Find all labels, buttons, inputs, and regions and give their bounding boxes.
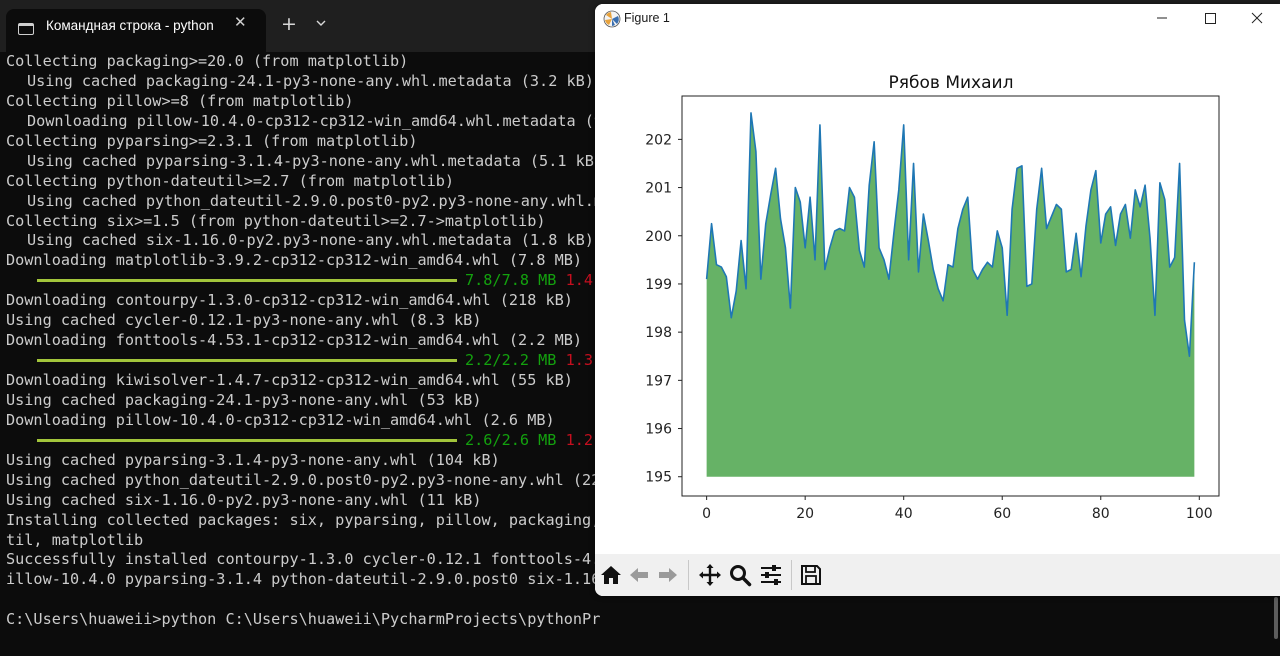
y-tick-label: 197 [645,373,672,389]
terminal-line: Downloading contourpy-1.3.0-cp312-cp312-… [6,291,573,310]
terminal-line: Using cached pyparsing-3.1.4-py3-none-an… [6,450,500,469]
y-tick-label: 201 [645,181,672,197]
terminal-line: Downloading kiwisolver-1.4.7-cp312-cp312… [6,371,573,389]
chart[interactable]: Рябов Михаил 0 20 40 60 80 100 195 196 197 198 199… [595,4,1280,554]
download-progress-row: 7.8/7.8 MB 1.4 MB/s [6,271,600,291]
terminal-line: Collecting pyparsing>=2.3.1 (from matplo… [6,131,418,150]
terminal-icon [18,23,34,35]
terminal-line: Collecting pillow>=8 (from matplotlib) [6,91,354,110]
terminal-line: Using cached six-1.16.0-py2.py3-none-any… [27,231,594,250]
y-tick-label: 200 [645,229,672,245]
progress-bar [37,438,457,442]
download-speed: 1.3 MB/s [565,351,594,370]
x-tick-label: 100 [1186,506,1213,522]
terminal-line: Downloading pillow-10.4.0-cp312-cp312-wi… [6,410,555,429]
terminal-line: Using cached python_dateutil-2.9.0.post0… [27,191,600,210]
x-tick-label: 0 [702,506,711,522]
progress-text: 2.2/2.2 MB [465,351,557,370]
terminal-line: Using cached six-1.16.0-py2.py3-none-any… [6,490,482,509]
toolbar-separator [688,560,689,590]
x-tick-label: 60 [993,506,1011,522]
terminal-line: Installing collected packages: six, pypa… [6,510,600,529]
y-tick-label: 196 [645,422,672,438]
figure-window: Figure 1 Рябов Михаил 0 20 40 60 80 100 195 196… [595,4,1280,596]
forward-arrow-icon[interactable] [656,563,680,587]
area-fill [706,112,1195,477]
progress-bar [37,279,457,283]
toolbar-separator [791,560,792,590]
progress-bar [37,359,457,363]
progress-text: 7.8/7.8 MB [465,271,557,290]
terminal-line: til, matplotlib [6,530,144,549]
save-icon[interactable] [799,563,823,587]
y-tick-label: 199 [645,277,672,293]
chart-title: Рябов Михаил [889,73,1014,93]
terminal-scrollbar[interactable] [1274,597,1278,639]
terminal-line: Collecting packaging>=20.0 (from matplot… [6,52,409,70]
zoom-icon[interactable] [728,563,752,587]
terminal-line: Successfully installed contourpy-1.3.0 c… [6,550,600,569]
home-icon[interactable] [599,563,623,587]
terminal-line: Using cached packaging-24.1-py3-none-any… [27,71,594,90]
back-arrow-icon[interactable] [627,563,651,587]
terminal-line: Collecting six>=1.5 (from python-dateuti… [6,211,546,230]
terminal-output[interactable]: Collecting packaging>=20.0 (from matplot… [0,52,600,656]
x-tick-label: 80 [1092,506,1110,522]
terminal-line: Downloading pillow-10.4.0-cp312-cp312-wi… [27,111,600,130]
x-tick-label: 40 [895,506,913,522]
new-tab-button[interactable]: + [281,14,297,34]
download-speed: 1.4 MB/s [565,271,594,290]
download-progress-row: 2.2/2.2 MB 1.3 MB/s [6,351,600,371]
terminal-line: Downloading matplotlib-3.9.2-cp312-cp312… [6,251,583,270]
terminal-line: Using cached python_dateutil-2.9.0.post0… [6,470,600,489]
progress-text: 2.6/2.6 MB [465,430,557,449]
chevron-down-icon[interactable] [314,15,328,31]
x-tick-label: 20 [796,506,814,522]
pan-icon[interactable] [698,563,722,587]
terminal-tab-title: Командная строка - python [46,18,214,33]
configure-subplots-icon[interactable] [759,563,783,587]
y-tick-label: 198 [645,325,672,341]
command-prompt[interactable]: C:\Users\huaweii>python C:\Users\huaweii… [6,610,600,628]
terminal-line: Using cached pyparsing-3.1.4-py3-none-an… [27,151,600,170]
terminal-line: Using cached packaging-24.1-py3-none-any… [6,390,482,409]
terminal-lines: Collecting packaging>=20.0 (from matplot… [6,52,600,590]
download-speed: 1.2 MB/s [565,430,594,449]
y-tick-label: 195 [645,470,672,486]
tab-close-icon[interactable]: ✕ [234,13,247,31]
y-tick-label: 202 [645,132,672,148]
download-progress-row: 2.6/2.6 MB 1.2 MB/s [6,431,600,451]
matplotlib-toolbar [595,554,1280,596]
terminal-line: Downloading fonttools-4.53.1-cp312-cp312… [6,331,583,350]
terminal-line: Collecting python-dateutil>=2.7 (from ma… [6,171,455,190]
terminal-line: Using cached cycler-0.12.1-py3-none-any.… [6,311,482,330]
terminal-line: illow-10.4.0 pyparsing-3.1.4 python-date… [6,570,600,589]
terminal-tab[interactable]: Командная строка - python ✕ [6,9,266,52]
